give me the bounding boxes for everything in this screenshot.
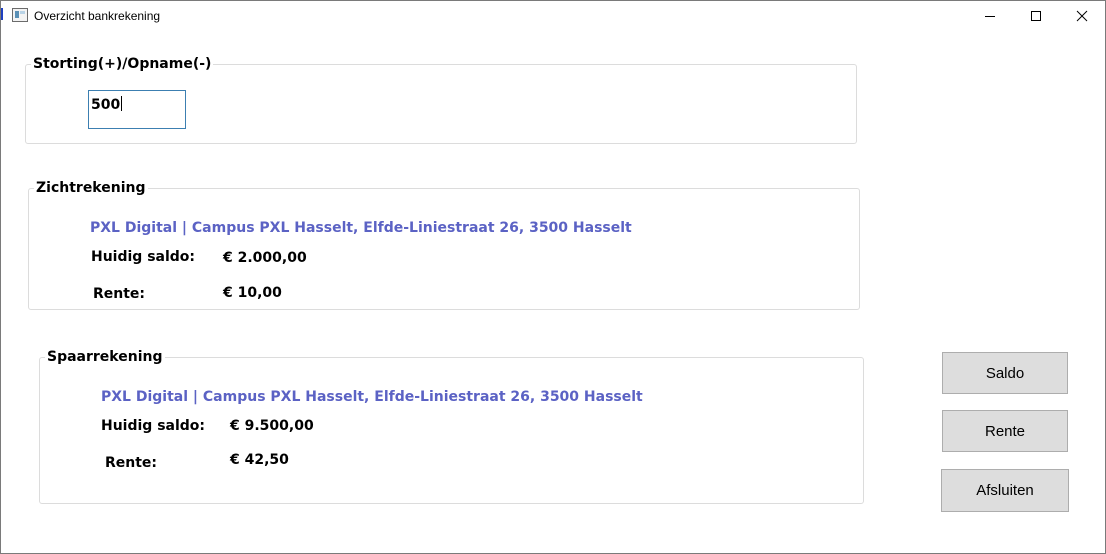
checking-address: PXL Digital | Campus PXL Hasselt, Elfde-… (90, 220, 632, 236)
savings-balance-value: € 9.500,00 (230, 418, 314, 434)
checking-interest-value: € 10,00 (223, 285, 282, 301)
close-icon (1076, 10, 1088, 21)
close-button[interactable]: Afsluiten (941, 469, 1069, 512)
window-title: Overzicht bankrekening (34, 9, 161, 23)
text-caret (121, 96, 123, 111)
amount-input[interactable]: 500 (88, 90, 186, 129)
minimize-icon (985, 15, 995, 17)
window-app-icon[interactable] (12, 8, 28, 22)
amount-input-value: 500 (91, 97, 121, 113)
balance-button[interactable]: Saldo (942, 352, 1068, 394)
title-bar[interactable]: Overzicht bankrekening (1, 1, 1105, 31)
interest-button[interactable]: Rente (942, 410, 1068, 452)
savings-interest-label: Rente: (105, 455, 158, 471)
maximize-icon (1031, 10, 1041, 21)
minimize-button[interactable] (967, 1, 1013, 30)
checking-account-group-title: Zichtrekening (34, 180, 148, 196)
savings-address: PXL Digital | Campus PXL Hasselt, Elfde-… (101, 389, 643, 405)
savings-account-group-title: Spaarrekening (45, 349, 165, 365)
window-edge-accent (1, 8, 3, 20)
checking-interest-label: Rente: (93, 286, 146, 302)
main-window: Overzicht bankrekening Storting(+)/Opnam… (0, 0, 1106, 554)
close-window-button[interactable] (1059, 1, 1105, 30)
savings-balance-label: Huidig saldo: (101, 418, 206, 434)
savings-interest-value: € 42,50 (230, 452, 289, 468)
checking-balance-label: Huidig saldo: (91, 249, 196, 265)
maximize-button[interactable] (1013, 1, 1059, 30)
deposit-withdraw-group-title: Storting(+)/Opname(-) (31, 56, 214, 72)
checking-balance-value: € 2.000,00 (223, 250, 307, 266)
